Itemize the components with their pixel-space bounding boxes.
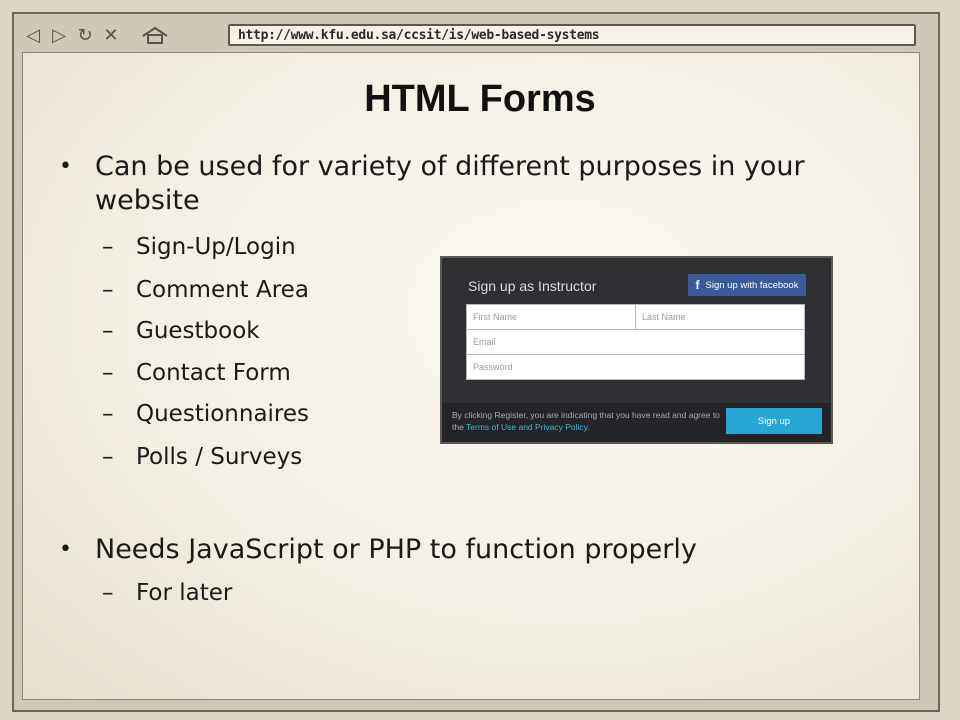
email-placeholder: Email [473,337,496,347]
subitem: – For later [102,579,233,607]
subitem: – Polls / Surveys [102,443,303,471]
subitem: – Sign-Up/Login [102,233,296,261]
dash: – [102,444,114,470]
terms-notice: By clicking Register, you are indicating… [452,409,722,433]
address-bar[interactable]: http://www.kfu.edu.sa/ccsit/is/web-based… [228,24,916,46]
dash: – [102,401,114,427]
refresh-icon[interactable]: ↻ [74,24,96,46]
subitem-text: Contact Form [136,360,291,386]
subitem: – Comment Area [102,276,309,304]
bullet-2: • Needs JavaScript or PHP to function pr… [59,533,895,567]
first-name-field[interactable]: First Name [466,304,636,330]
password-placeholder: Password [473,362,513,372]
dash: – [102,277,114,303]
browser-toolbar: ◁ ▷ ↻ ✕ http://www.kfu.edu.sa/ccsit/is/w… [22,20,918,50]
subitem: – Contact Form [102,359,291,387]
facebook-icon: f [695,278,700,292]
forward-arrow-icon[interactable]: ▷ [48,24,70,46]
email-field[interactable]: Email [466,329,805,355]
subitem-text: Guestbook [136,318,260,344]
form-title: Sign up as Instructor [468,278,597,294]
signup-button[interactable]: Sign up [726,408,822,434]
subitem: – Guestbook [102,317,260,345]
bullet-1: • Can be used for variety of different p… [59,150,895,218]
bullet-dot: • [59,537,72,562]
last-name-field[interactable]: Last Name [635,304,805,330]
terms-link[interactable]: Terms of Use and Privacy Policy. [466,422,590,432]
dash: – [102,234,114,260]
slide-title: HTML Forms [364,78,596,120]
dash: – [102,580,114,606]
close-icon[interactable]: ✕ [100,24,122,46]
dash: – [102,318,114,344]
subitem-text: For later [136,580,233,606]
subitem-text: Polls / Surveys [136,444,303,470]
last-name-placeholder: Last Name [642,312,686,322]
bullet-dot: • [59,154,72,179]
bullet-1-text: Can be used for variety of different pur… [95,151,805,216]
facebook-button-label: Sign up with facebook [705,279,799,291]
password-field[interactable]: Password [466,354,805,380]
signup-form-image: Sign up as Instructor f Sign up with fac… [440,256,833,444]
bullet-2-text: Needs JavaScript or PHP to function prop… [95,534,697,565]
subitem-text: Comment Area [136,277,309,303]
facebook-signup-button[interactable]: f Sign up with facebook [688,274,806,296]
subitem-text: Questionnaires [136,401,310,427]
subitem-text: Sign-Up/Login [136,234,296,260]
home-icon[interactable] [140,24,170,46]
back-arrow-icon[interactable]: ◁ [22,24,44,46]
first-name-placeholder: First Name [473,312,518,322]
dash: – [102,360,114,386]
subitem: – Questionnaires [102,400,310,428]
url-text: http://www.kfu.edu.sa/ccsit/is/web-based… [238,27,600,43]
